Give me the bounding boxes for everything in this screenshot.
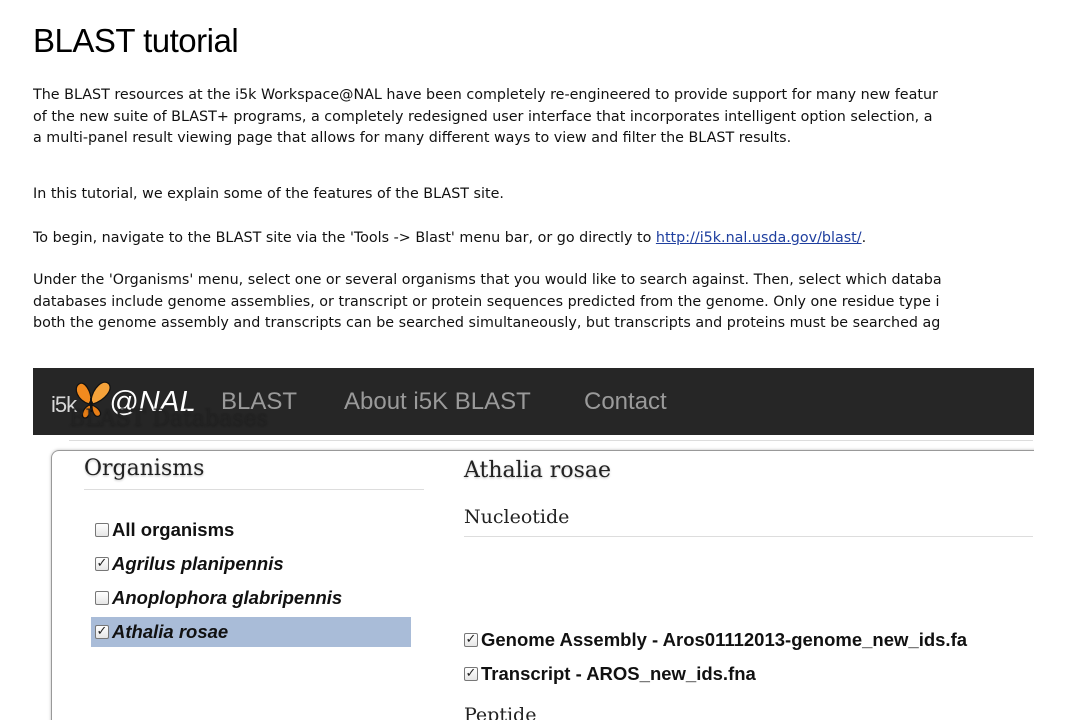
- checkbox-checked[interactable]: ✓: [95, 557, 109, 571]
- organism-athalia-rosae[interactable]: ✓ Athalia rosae: [91, 617, 411, 647]
- peptide-heading: Peptide: [464, 704, 537, 720]
- checkbox-checked[interactable]: ✓: [95, 625, 109, 639]
- tutorial-paragraph: In this tutorial, we explain some of the…: [33, 186, 504, 202]
- organism-label: Anoplophora glabripennis: [112, 587, 343, 608]
- page-title: BLAST tutorial: [33, 22, 239, 59]
- organism-list: All organisms ✓ Agrilus planipennis Anop…: [91, 515, 421, 651]
- begin-text: To begin, navigate to the BLAST site via…: [33, 230, 656, 246]
- db-transcript[interactable]: ✓ Transcript - AROS_new_ids.fna: [464, 663, 756, 685]
- divider: [464, 536, 1033, 537]
- species-heading: Athalia rosae: [464, 458, 611, 483]
- checkbox-checked[interactable]: ✓: [464, 667, 478, 681]
- nucleotide-heading: Nucleotide: [464, 506, 570, 528]
- begin-paragraph: To begin, navigate to the BLAST site via…: [33, 228, 1070, 250]
- blast-screenshot: i5k @NAL BLAST About i5K BLAST Contact B…: [33, 368, 1034, 720]
- organism-agrilus-planipennis[interactable]: ✓ Agrilus planipennis: [91, 549, 411, 579]
- organism-anoplophora-glabripennis[interactable]: Anoplophora glabripennis: [91, 583, 411, 613]
- db-label: Genome Assembly - Aros01112013-genome_ne…: [481, 629, 968, 650]
- nav-contact[interactable]: Contact: [584, 388, 667, 416]
- intro-line: The BLAST resources at the i5k Workspace…: [33, 87, 938, 103]
- organism-label: Agrilus planipennis: [112, 553, 284, 574]
- checkbox[interactable]: [95, 591, 109, 605]
- databases-heading: BLAST Databases: [69, 406, 268, 431]
- organisms-paragraph: Under the 'Organisms' menu, select one o…: [33, 270, 1070, 335]
- intro-paragraph: The BLAST resources at the i5k Workspace…: [33, 85, 1070, 150]
- db-genome-assembly[interactable]: ✓ Genome Assembly - Aros01112013-genome_…: [464, 629, 967, 651]
- checkbox[interactable]: [95, 523, 109, 537]
- db-label: Transcript - AROS_new_ids.fna: [481, 663, 756, 684]
- intro-line: a multi-panel result viewing page that a…: [33, 130, 792, 146]
- begin-suffix: .: [861, 230, 867, 246]
- blast-site-link[interactable]: http://i5k.nal.usda.gov/blast/: [656, 230, 862, 246]
- organisms-line: both the genome assembly and transcripts…: [33, 315, 941, 331]
- organisms-line: databases include genome assemblies, or …: [33, 293, 940, 310]
- divider: [69, 440, 1033, 441]
- nav-about[interactable]: About i5K BLAST: [344, 388, 531, 416]
- organisms-line: Under the 'Organisms' menu, select one o…: [33, 272, 942, 288]
- organism-label: All organisms: [112, 519, 235, 540]
- organism-label: Athalia rosae: [112, 621, 229, 642]
- divider: [84, 489, 424, 490]
- organisms-heading: Organisms: [84, 456, 205, 481]
- intro-line: of the new suite of BLAST+ programs, a c…: [33, 108, 933, 125]
- organism-all[interactable]: All organisms: [91, 515, 411, 545]
- checkbox-checked[interactable]: ✓: [464, 633, 478, 647]
